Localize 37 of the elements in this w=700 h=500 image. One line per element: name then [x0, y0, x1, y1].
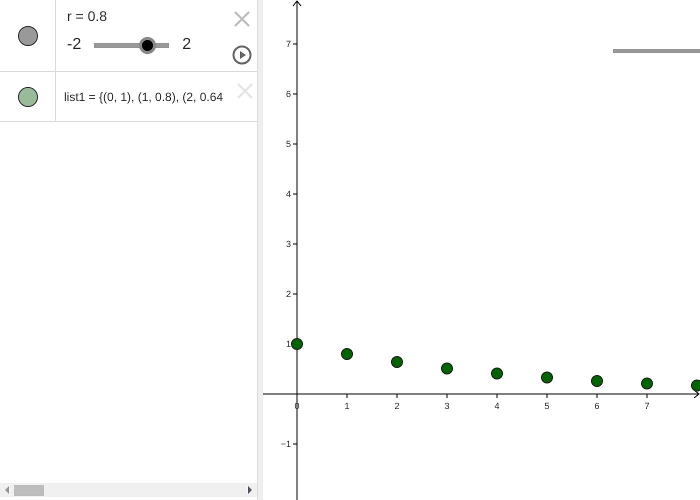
slider-definition: r = 0.8	[67, 7, 108, 26]
scroll-right-icon[interactable]	[248, 486, 252, 494]
play-icon[interactable]	[232, 45, 252, 65]
visibility-toggle[interactable]	[18, 86, 38, 106]
scroll-left-icon[interactable]	[5, 486, 9, 494]
x-tick-label: 3	[444, 401, 450, 411]
slider-max: 2	[182, 35, 192, 55]
x-tick-label: 6	[594, 401, 600, 411]
y-tick-label: 2	[286, 289, 291, 299]
data-point	[441, 362, 453, 374]
scrollbar-thumb[interactable]	[14, 484, 44, 496]
x-tick-label: 4	[494, 401, 500, 411]
slider-thumb[interactable]	[138, 36, 156, 54]
data-point	[341, 348, 353, 360]
x-tick-label: 1	[344, 401, 350, 411]
data-point	[391, 356, 403, 368]
y-tick-label: 3	[286, 239, 291, 249]
data-point	[691, 380, 700, 392]
y-tick-label: 5	[286, 139, 291, 149]
list-definition: list1 = {(0, 1), (1, 0.8), (2, 0.64	[64, 88, 224, 106]
data-point	[541, 372, 553, 384]
slider-min: -2	[67, 35, 82, 55]
data-point	[291, 338, 303, 350]
y-tick-label: −1	[280, 439, 291, 449]
data-point	[491, 368, 503, 380]
x-tick-label: 5	[544, 401, 550, 411]
horizontal-scrollbar[interactable]	[0, 483, 257, 497]
data-point	[641, 378, 653, 390]
y-tick-label: 4	[286, 189, 291, 199]
visibility-toggle[interactable]	[18, 26, 38, 46]
y-tick-label: 1	[286, 339, 291, 349]
y-tick-label: 7	[286, 39, 291, 49]
y-tick-label: 6	[286, 89, 291, 99]
data-point	[591, 375, 603, 387]
x-tick-label: 7	[644, 401, 650, 411]
x-tick-label: 2	[394, 401, 400, 411]
close-icon[interactable]	[234, 11, 250, 27]
